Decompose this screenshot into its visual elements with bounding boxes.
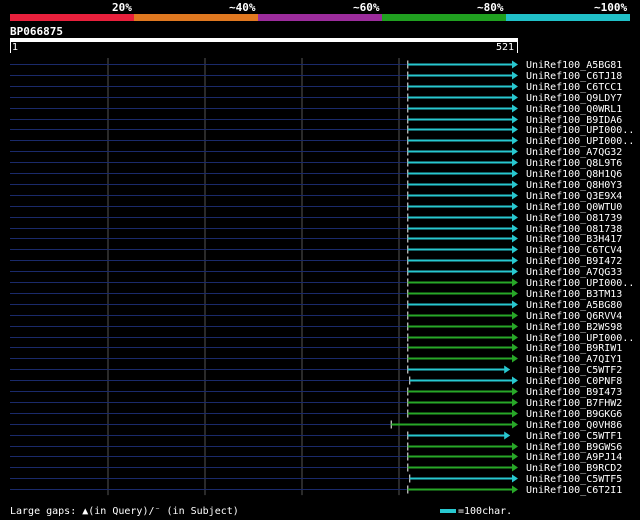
hit-arrow [512,420,518,429]
hit-arrow [512,267,518,276]
hit-label: UniRef100_B9RIW1 [526,343,622,354]
scale-swatch [440,509,456,513]
hit-label: UniRef100_UPI000.. [526,125,634,136]
hit-arrow [512,202,518,211]
hit-label: UniRef100_B9I472 [526,256,622,267]
hit-label: UniRef100_UPI000.. [526,278,634,289]
hit-arrow [512,224,518,233]
hit-arrow [512,213,518,222]
hit-arrow [512,158,518,167]
hit-arrow [512,136,518,145]
hit-arrow [512,115,518,124]
hit-label: UniRef100_Q9LDY7 [526,93,622,104]
hit-arrow [512,60,518,69]
hit-arrow [512,93,518,102]
scale-label: =100char. [458,506,513,517]
hit-label: UniRef100_Q6RVV4 [526,311,622,322]
hit-arrow [512,289,518,298]
hit-label: UniRef100_B9I473 [526,387,622,398]
hit-arrow [512,278,518,287]
hit-arrow [512,409,518,418]
hit-label: UniRef100_A9PJ14 [526,452,622,463]
hit-arrow [512,452,518,461]
hit-arrow [512,245,518,254]
hit-arrow [512,322,518,331]
hit-arrow [512,234,518,243]
hit-arrow [512,442,518,451]
hit-label: UniRef100_A5BG80 [526,300,622,311]
hit-label: UniRef100_B3H417 [526,234,622,245]
hit-arrow [512,169,518,178]
hit-arrow [512,104,518,113]
hit-alignment-chart: UniRef100_A5BG81UniRef100_C6TJ18UniRef10… [10,58,634,496]
hit-arrow [504,431,511,440]
hit-label: UniRef100_Q8L9T6 [526,158,622,169]
hit-label: UniRef100_C5WTF1 [526,431,622,442]
hit-label: UniRef100_O81739 [526,213,622,224]
hit-label: UniRef100_A5BG81 [526,60,622,71]
hit-label: UniRef100_C5WTF2 [526,365,622,376]
large-gaps-note: Large gaps: ▲(in Query)/⁻ (in Subject) [10,506,239,517]
hit-label: UniRef100_A7QG32 [526,147,622,158]
hit-label: UniRef100_C6TCC1 [526,82,622,93]
hit-label: UniRef100_Q3E9X4 [526,191,622,202]
hit-arrow [512,474,518,483]
hit-arrow [512,191,518,200]
hit-label: UniRef100_Q0WRL1 [526,104,622,115]
hit-label: UniRef100_A7QIY1 [526,354,622,365]
hit-arrow [512,256,518,265]
hit-arrow [512,398,518,407]
hit-arrow [512,354,518,363]
scale-note: =100char. [440,506,512,517]
hit-label: UniRef100_C6TCV4 [526,245,622,256]
hit-arrow [512,376,518,385]
hit-arrow [512,71,518,80]
hit-arrow [512,311,518,320]
hit-arrow [512,82,518,91]
hit-arrow [512,125,518,134]
hit-arrow [512,333,518,342]
hit-label: UniRef100_A7QG33 [526,267,622,278]
hit-label: UniRef100_UPI000.. [526,136,634,147]
hit-label: UniRef100_B2WS98 [526,322,622,333]
hit-arrow [512,147,518,156]
hit-label: UniRef100_Q0VH86 [526,420,622,431]
hit-arrow [512,180,518,189]
hit-label: UniRef100_C0PNF8 [526,376,622,387]
hit-arrow [512,485,518,494]
hit-label: UniRef100_C6T2I1 [526,485,622,496]
hit-label: UniRef100_Q8H1Q6 [526,169,622,180]
hit-label: UniRef100_B9GKG6 [526,409,622,420]
hit-arrow [512,387,518,396]
hit-label: UniRef100_B3TM13 [526,289,622,300]
hit-label: UniRef100_Q8H0Y3 [526,180,622,191]
hit-label: UniRef100_C5WTF5 [526,474,622,485]
hit-label: UniRef100_B9RCD2 [526,463,622,474]
hit-label: UniRef100_C6TJ18 [526,71,622,82]
hit-arrow [504,365,511,374]
hit-label: UniRef100_Q0WTU0 [526,202,622,213]
hit-arrow [512,300,518,309]
hit-arrow [512,463,518,472]
hit-arrow [512,343,518,352]
hit-label: UniRef100_B7FHW2 [526,398,622,409]
